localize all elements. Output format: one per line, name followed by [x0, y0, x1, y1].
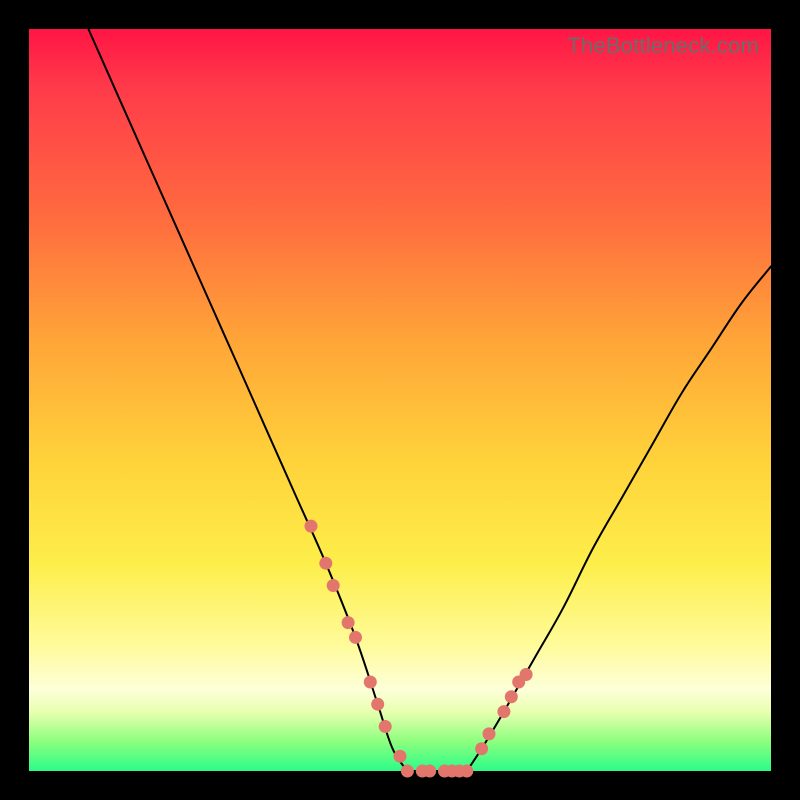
data-marker — [371, 698, 384, 711]
data-marker — [364, 676, 377, 689]
data-marker — [475, 742, 488, 755]
marker-group — [305, 520, 533, 778]
data-marker — [394, 750, 407, 763]
curve-svg — [29, 29, 771, 771]
data-marker — [327, 579, 340, 592]
data-marker — [305, 520, 318, 533]
data-marker — [497, 705, 510, 718]
data-marker — [349, 631, 362, 644]
chart-frame: TheBottleneck.com — [0, 0, 800, 800]
data-marker — [483, 727, 496, 740]
data-marker — [423, 765, 436, 778]
data-marker — [520, 668, 533, 681]
data-marker — [319, 557, 332, 570]
data-marker — [460, 765, 473, 778]
data-marker — [401, 765, 414, 778]
data-marker — [342, 616, 355, 629]
data-marker — [505, 690, 518, 703]
plot-area: TheBottleneck.com — [29, 29, 771, 771]
bottleneck-curve — [88, 29, 771, 773]
data-marker — [379, 720, 392, 733]
